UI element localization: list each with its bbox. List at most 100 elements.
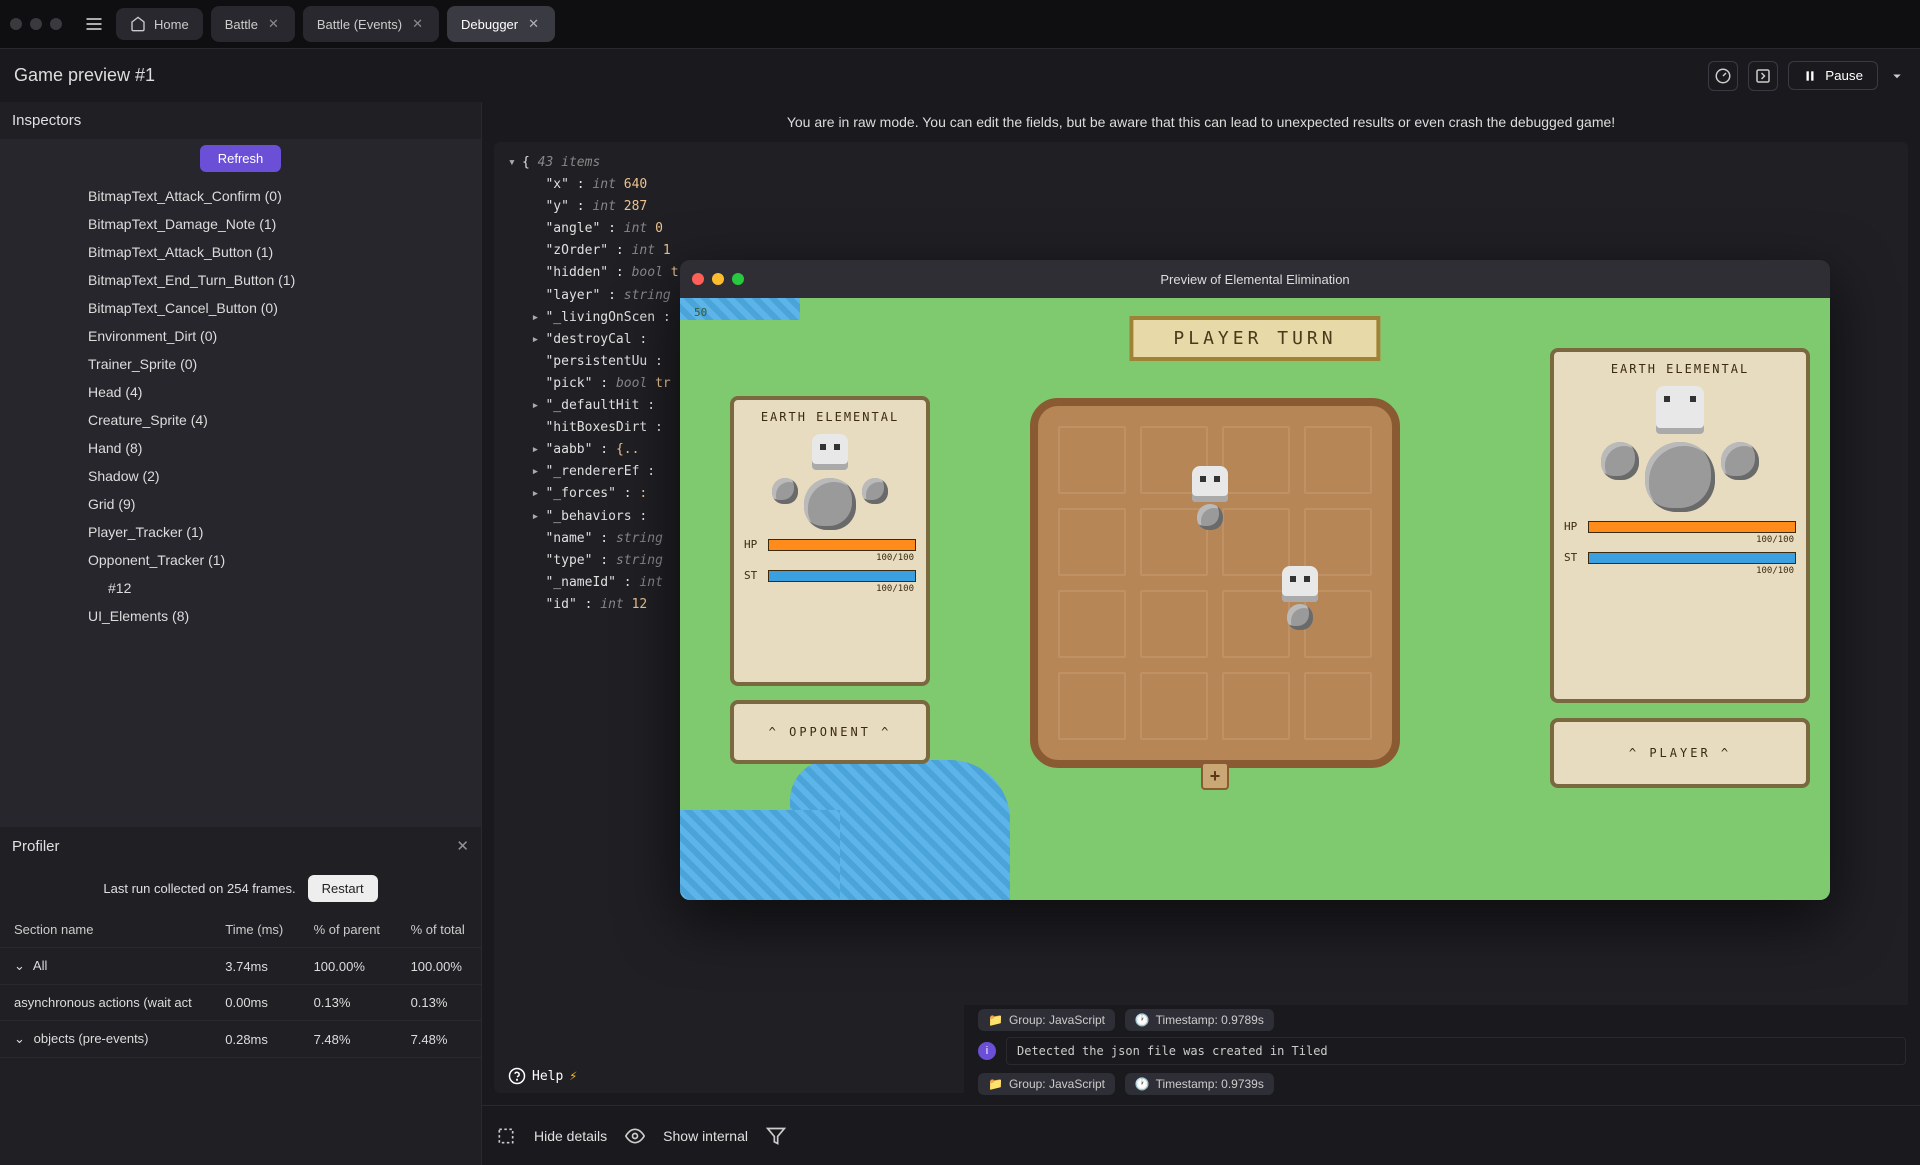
game-minimize[interactable]: [712, 273, 724, 285]
st-label: ST: [744, 569, 762, 582]
creature-token[interactable]: [1278, 566, 1322, 610]
profiler-info: Last run collected on 254 frames.: [103, 881, 295, 896]
rock-icon: [804, 478, 856, 530]
game-window-title: Preview of Elemental Elimination: [680, 272, 1830, 287]
tree-item[interactable]: Player_Tracker (1): [0, 518, 481, 546]
grid-cell[interactable]: [1222, 672, 1290, 740]
opponent-label-card[interactable]: ^ OPPONENT ^: [730, 700, 930, 764]
tab-battle-label: Battle: [225, 17, 258, 32]
tab-battle[interactable]: Battle ✕: [211, 6, 295, 42]
hide-details-toggle[interactable]: Hide details: [534, 1128, 607, 1144]
help-icon: [508, 1067, 526, 1085]
dropdown-icon[interactable]: [1888, 67, 1906, 85]
tree-sub-item[interactable]: #12: [0, 574, 481, 602]
table-row[interactable]: ⌄ All 3.74ms 100.00% 100.00%: [0, 948, 481, 985]
tree-item[interactable]: Hand (8): [0, 434, 481, 462]
grid-cell[interactable]: [1058, 508, 1126, 576]
table-row[interactable]: ⌄ objects (pre-events) 0.28ms 7.48% 7.48…: [0, 1021, 481, 1058]
window-traffic-lights: [10, 18, 62, 30]
fps-counter: 50: [694, 306, 707, 319]
col-section: Section name: [0, 912, 211, 948]
opponent-card: EARTH ELEMENTAL HP 100/100 ST 100/100: [730, 396, 930, 686]
game-canvas[interactable]: 50 PLAYER TURN + EARTH ELEMENTAL: [680, 298, 1830, 900]
tree-item[interactable]: BitmapText_End_Turn_Button (1): [0, 266, 481, 294]
profiler-close[interactable]: ✕: [456, 837, 469, 855]
pause-label: Pause: [1825, 68, 1863, 83]
bolt-icon: ⚡: [569, 1069, 577, 1084]
game-preview-window[interactable]: Preview of Elemental Elimination 50 PLAY…: [680, 260, 1830, 900]
eye-icon[interactable]: [625, 1126, 645, 1146]
rock-icon: [1601, 442, 1639, 480]
refresh-button[interactable]: Refresh: [200, 145, 282, 172]
chip-timestamp: 🕐 Timestamp: 0.9789s: [1125, 1009, 1274, 1031]
creature-token[interactable]: [1188, 466, 1232, 510]
grid-cell[interactable]: [1140, 672, 1208, 740]
page-title: Game preview #1: [14, 65, 155, 86]
profiler-panel: Profiler ✕ Last run collected on 254 fra…: [0, 827, 481, 1165]
creature-head-icon: [812, 434, 848, 470]
grid-cell[interactable]: [1058, 426, 1126, 494]
collapse-icon[interactable]: ▾: [508, 152, 522, 174]
restart-button[interactable]: Restart: [308, 875, 378, 902]
chip-timestamp: 🕐 Timestamp: 0.9739s: [1125, 1073, 1274, 1095]
chevron-down-icon[interactable]: ⌄: [14, 958, 30, 974]
profiler-title: Profiler: [12, 838, 60, 855]
speedometer-icon[interactable]: [1708, 61, 1738, 91]
tree-item[interactable]: Environment_Dirt (0): [0, 322, 481, 350]
pause-icon: [1803, 69, 1817, 83]
game-zoom[interactable]: [732, 273, 744, 285]
traffic-light-zoom[interactable]: [50, 18, 62, 30]
tree-item[interactable]: Creature_Sprite (4): [0, 406, 481, 434]
select-icon[interactable]: [496, 1126, 516, 1146]
player-card: EARTH ELEMENTAL HP 100/100 ST 100/100: [1550, 348, 1810, 703]
tab-debugger-label: Debugger: [461, 17, 518, 32]
add-button[interactable]: +: [1201, 762, 1229, 790]
log-message: Detected the json file was created in Ti…: [1006, 1037, 1906, 1065]
tree-item[interactable]: Grid (9): [0, 490, 481, 518]
traffic-light-close[interactable]: [10, 18, 22, 30]
inspectors-tree[interactable]: BitmapText_Attack_Confirm (0) BitmapText…: [0, 178, 481, 827]
left-column: Inspectors Refresh BitmapText_Attack_Con…: [0, 102, 482, 1165]
pause-button[interactable]: Pause: [1788, 61, 1878, 90]
show-internal-toggle[interactable]: Show internal: [663, 1128, 748, 1144]
tree-item[interactable]: BitmapText_Attack_Confirm (0): [0, 182, 481, 210]
tree-item[interactable]: BitmapText_Attack_Button (1): [0, 238, 481, 266]
raw-mode-warning: You are in raw mode. You can edit the fi…: [482, 102, 1920, 142]
card-title: EARTH ELEMENTAL: [1564, 362, 1796, 376]
grid-cell[interactable]: [1222, 426, 1290, 494]
help-button[interactable]: Help ⚡: [508, 1067, 577, 1085]
grid-cell[interactable]: [1058, 590, 1126, 658]
open-external-icon[interactable]: [1748, 61, 1778, 91]
tree-item[interactable]: Head (4): [0, 378, 481, 406]
tab-battle-events-label: Battle (Events): [317, 17, 402, 32]
col-total: % of total: [397, 912, 481, 948]
menu-button[interactable]: [80, 10, 108, 38]
console: 📁 Group: JavaScript 🕐 Timestamp: 0.9789s…: [964, 1005, 1920, 1105]
creature-head-icon: [1656, 386, 1704, 434]
tree-item[interactable]: BitmapText_Damage_Note (1): [0, 210, 481, 238]
table-row[interactable]: asynchronous actions (wait act 0.00ms 0.…: [0, 985, 481, 1021]
grid-cell[interactable]: [1304, 426, 1372, 494]
game-window-titlebar[interactable]: Preview of Elemental Elimination: [680, 260, 1830, 298]
chip-group: 📁 Group: JavaScript: [978, 1009, 1115, 1031]
filter-icon[interactable]: [766, 1126, 786, 1146]
tree-item[interactable]: UI_Elements (8): [0, 602, 481, 630]
player-label-card[interactable]: ^ PLAYER ^: [1550, 718, 1810, 788]
grid-cell[interactable]: [1304, 672, 1372, 740]
tree-item[interactable]: Shadow (2): [0, 462, 481, 490]
traffic-light-minimize[interactable]: [30, 18, 42, 30]
tree-item[interactable]: BitmapText_Cancel_Button (0): [0, 294, 481, 322]
profiler-table: Section name Time (ms) % of parent % of …: [0, 912, 481, 1058]
grid-cell[interactable]: [1058, 672, 1126, 740]
tab-battle-events-close[interactable]: ✕: [410, 14, 425, 34]
chevron-down-icon[interactable]: ⌄: [14, 1031, 30, 1047]
tree-item[interactable]: Trainer_Sprite (0): [0, 350, 481, 378]
grid-cell[interactable]: [1140, 590, 1208, 658]
tab-home[interactable]: Home: [116, 8, 203, 40]
tab-battle-events[interactable]: Battle (Events) ✕: [303, 6, 439, 42]
game-close[interactable]: [692, 273, 704, 285]
tab-debugger[interactable]: Debugger ✕: [447, 6, 555, 42]
tree-item[interactable]: Opponent_Tracker (1): [0, 546, 481, 574]
tab-battle-close[interactable]: ✕: [266, 14, 281, 34]
tab-debugger-close[interactable]: ✕: [526, 14, 541, 34]
